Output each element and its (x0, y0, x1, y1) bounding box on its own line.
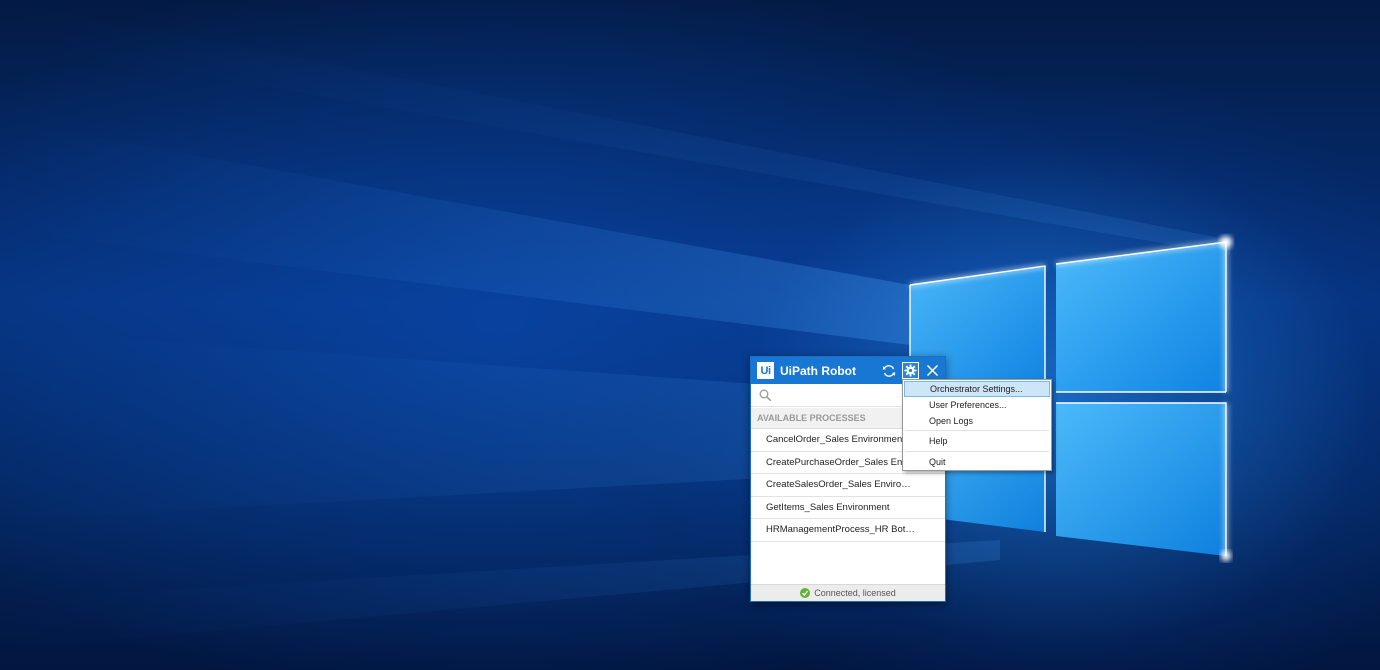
refresh-icon[interactable] (880, 362, 897, 379)
menu-item-orchestrator-settings[interactable]: Orchestrator Settings... (904, 381, 1050, 397)
gear-icon[interactable] (902, 362, 919, 379)
search-icon (759, 389, 772, 407)
menu-item-quit[interactable]: Quit (904, 453, 1050, 471)
menu-item-help[interactable]: Help (904, 432, 1050, 450)
menu-separator (905, 430, 1049, 431)
desktop-wallpaper (0, 0, 1380, 670)
robot-title: UiPath Robot (780, 363, 856, 378)
uipath-logo: Ui (757, 362, 774, 379)
settings-context-menu: Orchestrator Settings... User Preference… (902, 379, 1052, 471)
windows-logo-wallpaper (0, 0, 1232, 650)
menu-separator (905, 451, 1049, 452)
menu-item-open-logs[interactable]: Open Logs (904, 413, 1050, 429)
status-bar: Connected, licensed (751, 584, 945, 601)
menu-item-user-preferences[interactable]: User Preferences... (904, 397, 1050, 413)
status-text: Connected, licensed (814, 588, 896, 598)
process-item[interactable]: GetItems_Sales Environment (751, 497, 945, 519)
process-item[interactable]: HRManagementProcess_HR Bot E... (751, 519, 945, 542)
process-item[interactable]: CreateSalesOrder_Sales Environm... (751, 474, 945, 497)
close-icon[interactable] (924, 362, 941, 379)
check-circle-icon (800, 588, 811, 598)
